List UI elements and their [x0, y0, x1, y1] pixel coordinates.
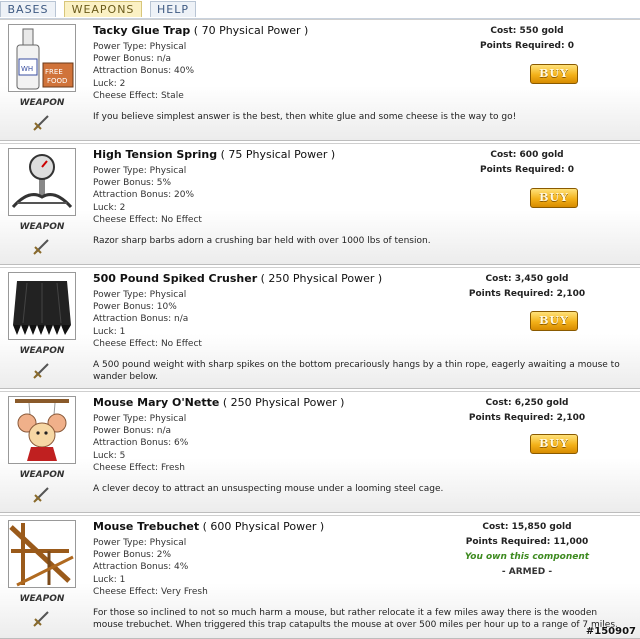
weapon-type-label: WEAPON	[19, 594, 65, 604]
cost-label: Cost: 3,450 gold	[485, 274, 569, 284]
weapon-power: ( 250 Physical Power )	[222, 396, 345, 409]
stat-attraction-bonus: Attraction Bonus: 40%	[93, 66, 194, 77]
points-required-label: Points Required: 0	[479, 165, 574, 175]
points-required-label: Points Required: 2,100	[468, 289, 586, 299]
weapon-power: ( 600 Physical Power )	[202, 520, 325, 533]
sword-icon	[33, 115, 49, 131]
price-block: Cost: 6,250 gold Points Required: 2,100	[442, 396, 612, 426]
stat-luck: Luck: 2	[93, 202, 126, 213]
stat-cheese-effect: Cheese Effect: Very Fresh	[93, 586, 208, 597]
cost-label: Cost: 6,250 gold	[485, 398, 569, 408]
stat-luck: Luck: 2	[93, 78, 126, 89]
owned-status: You own this component	[464, 552, 590, 562]
stat-power-bonus: Power Bonus: 5%	[93, 178, 172, 189]
weapon-item-mouse-mary-onette: WEAPON Mouse Mary O'Nette ( 250 Physical…	[0, 391, 640, 513]
stat-cheese-effect: Cheese Effect: Fresh	[93, 462, 185, 473]
weapon-description: Razor sharp barbs adorn a crushing bar h…	[93, 236, 431, 246]
stat-power-type: Power Type: Physical	[93, 166, 187, 176]
sword-icon	[33, 487, 49, 503]
stat-power-bonus: Power Bonus: 10%	[93, 302, 177, 313]
stat-power-bonus: Power Bonus: n/a	[93, 426, 171, 437]
weapon-item-mouse-trebuchet: WEAPON Mouse Trebuchet ( 600 Physical Po…	[0, 515, 640, 639]
weapon-type-label: WEAPON	[19, 98, 65, 108]
weapon-thumbnail[interactable]	[8, 520, 76, 588]
sword-icon	[33, 239, 49, 255]
glue-bottle-image: WH FREE FOOD	[16, 28, 74, 90]
stat-power-type: Power Type: Physical	[93, 290, 187, 300]
price-block: Cost: 3,450 gold Points Required: 2,100	[442, 272, 612, 302]
stat-attraction-bonus: Attraction Bonus: 6%	[93, 438, 189, 449]
weapon-stats: Power Type: Physical Power Bonus: 10% At…	[93, 289, 202, 350]
svg-text:WH: WH	[21, 65, 33, 73]
tab-help[interactable]: HELP	[150, 1, 196, 17]
points-required-label: Points Required: 11,000	[465, 537, 589, 547]
stat-cheese-effect: Cheese Effect: Stale	[93, 90, 184, 101]
tab-bar: BASES WEAPONS HELP	[0, 0, 640, 19]
weapon-thumbnail[interactable]	[8, 148, 76, 216]
cost-label: Cost: 15,850 gold	[482, 522, 572, 532]
buy-button[interactable]: BUY	[530, 434, 578, 454]
stat-cheese-effect: Cheese Effect: No Effect	[93, 214, 202, 225]
weapon-item-500-pound-spiked-crusher: WEAPON 500 Pound Spiked Crusher ( 250 Ph…	[0, 267, 640, 389]
weapon-name: 500 Pound Spiked Crusher	[93, 272, 258, 285]
points-required-label: Points Required: 2,100	[468, 413, 586, 423]
weapon-stats: Power Type: Physical Power Bonus: n/a At…	[93, 413, 188, 474]
weapon-stats: Power Type: Physical Power Bonus: 5% Att…	[93, 165, 202, 226]
stat-attraction-bonus: Attraction Bonus: 4%	[93, 562, 189, 573]
stat-luck: Luck: 1	[93, 574, 126, 585]
weapon-name: Mouse Mary O'Nette	[93, 396, 220, 409]
buy-button[interactable]: BUY	[530, 188, 578, 208]
spiked-crusher-image	[13, 281, 71, 335]
cost-label: Cost: 550 gold	[490, 26, 564, 36]
weapon-description: A 500 pound weight with sharp spikes on …	[93, 360, 620, 382]
weapon-stats: Power Type: Physical Power Bonus: 2% Att…	[93, 537, 208, 598]
stat-power-bonus: Power Bonus: n/a	[93, 54, 171, 65]
svg-text:FOOD: FOOD	[47, 77, 67, 85]
sword-icon	[33, 611, 49, 627]
trebuchet-image	[9, 523, 74, 587]
cost-label: Cost: 600 gold	[490, 150, 564, 160]
weapon-description: If you believe simplest answer is the be…	[93, 112, 517, 122]
buy-button[interactable]: BUY	[530, 64, 578, 84]
weapon-power: ( 75 Physical Power )	[220, 148, 336, 161]
stat-power-type: Power Type: Physical	[93, 42, 187, 52]
weapon-type-label: WEAPON	[19, 470, 65, 480]
weapon-name: Tacky Glue Trap	[93, 24, 191, 37]
tab-bases[interactable]: BASES	[0, 1, 56, 17]
weapon-description: A clever decoy to attract an unsuspectin…	[93, 484, 444, 494]
weapon-thumbnail[interactable]	[8, 272, 76, 340]
weapon-item-tacky-glue-trap: WH FREE FOOD WEAPON Tacky Glue Trap ( 70…	[0, 19, 640, 141]
weapon-power: ( 70 Physical Power )	[193, 24, 309, 37]
price-block: Cost: 600 gold Points Required: 0	[442, 148, 612, 178]
weapon-name: High Tension Spring	[93, 148, 218, 161]
weapon-item-high-tension-spring: WEAPON High Tension Spring ( 75 Physical…	[0, 143, 640, 265]
price-block: Cost: 550 gold Points Required: 0	[442, 24, 612, 54]
price-block: Cost: 15,850 gold Points Required: 11,00…	[442, 520, 612, 580]
stat-attraction-bonus: Attraction Bonus: 20%	[93, 190, 194, 201]
image-id-watermark: #150907	[585, 626, 636, 637]
armed-status: - ARMED -	[501, 567, 553, 577]
buy-button[interactable]: BUY	[530, 311, 578, 331]
points-required-label: Points Required: 0	[479, 41, 574, 51]
weapon-type-label: WEAPON	[19, 346, 65, 356]
spring-gauge-image	[11, 154, 73, 209]
stat-luck: Luck: 1	[93, 326, 126, 337]
weapon-thumbnail[interactable]: WH FREE FOOD	[8, 24, 76, 92]
stat-cheese-effect: Cheese Effect: No Effect	[93, 338, 202, 349]
weapon-description: For those so inclined to not so much har…	[93, 608, 618, 630]
tab-weapons[interactable]: WEAPONS	[64, 1, 142, 17]
weapon-power: ( 250 Physical Power )	[260, 272, 383, 285]
weapon-type-label: WEAPON	[19, 222, 65, 232]
stat-power-type: Power Type: Physical	[93, 538, 187, 548]
weapon-stats: Power Type: Physical Power Bonus: n/a At…	[93, 41, 194, 102]
stat-luck: Luck: 5	[93, 450, 126, 461]
weapon-name: Mouse Trebuchet	[93, 520, 200, 533]
stat-power-type: Power Type: Physical	[93, 414, 187, 424]
sword-icon	[33, 363, 49, 379]
svg-text:FREE: FREE	[45, 68, 63, 76]
stat-attraction-bonus: Attraction Bonus: n/a	[93, 314, 189, 325]
stat-power-bonus: Power Bonus: 2%	[93, 550, 172, 561]
weapon-thumbnail[interactable]	[8, 396, 76, 464]
marionette-mouse-image	[15, 399, 69, 461]
